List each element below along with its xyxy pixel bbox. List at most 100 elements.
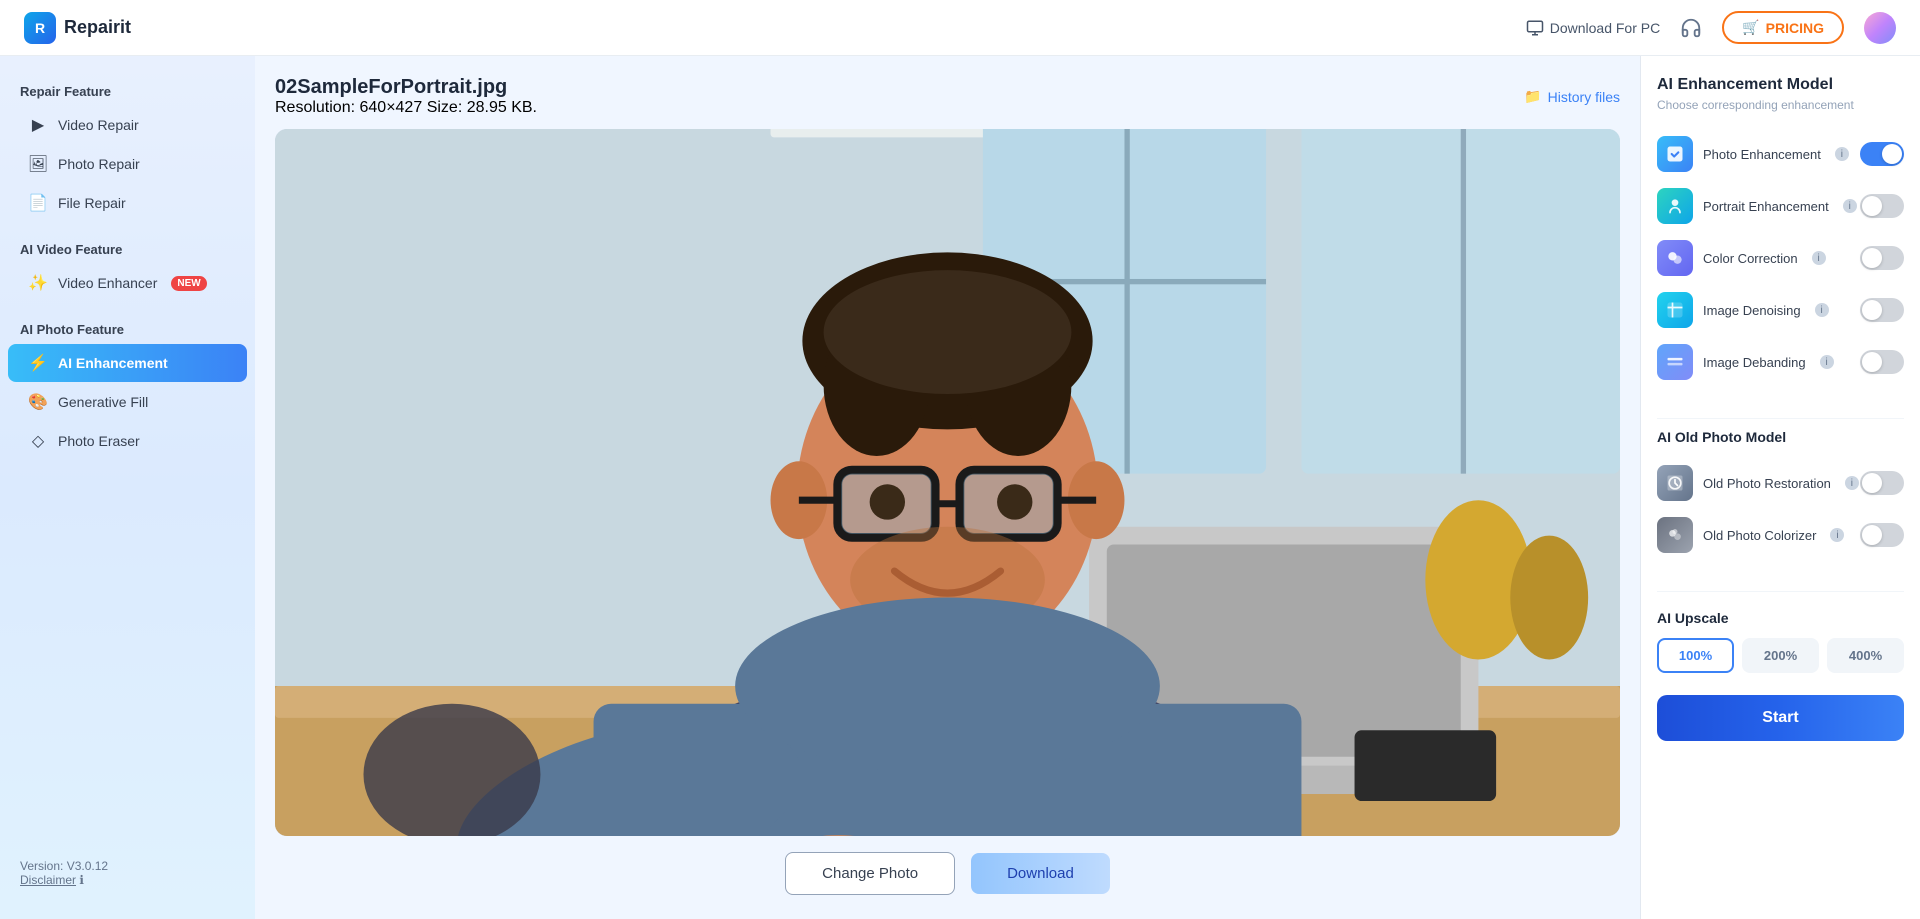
generative-fill-icon: 🎨 bbox=[28, 392, 48, 412]
photo-repair-icon: 🖼 bbox=[28, 154, 48, 174]
upscale-100-button[interactable]: 100% bbox=[1657, 638, 1734, 673]
version-text: Version: V3.0.12 bbox=[20, 859, 235, 873]
toggle-knob bbox=[1862, 352, 1882, 372]
restore-svg bbox=[1665, 473, 1685, 493]
divider-1 bbox=[1657, 418, 1904, 419]
portrait-enhancement-label: Portrait Enhancement bbox=[1703, 199, 1829, 214]
download-pc-label: Download For PC bbox=[1550, 20, 1661, 36]
file-header: 02SampleForPortrait.jpg Resolution: 640×… bbox=[275, 76, 1620, 117]
image-preview-area bbox=[275, 129, 1620, 836]
photo-enhancement-toggle[interactable] bbox=[1860, 142, 1904, 166]
panel-subtitle: Choose corresponding enhancement bbox=[1657, 98, 1904, 112]
pricing-label: PRICING bbox=[1766, 20, 1824, 36]
sidebar-item-photo-eraser[interactable]: ◇ Photo Eraser bbox=[8, 422, 247, 460]
sidebar-file-repair-label: File Repair bbox=[58, 195, 126, 211]
toggle-knob bbox=[1882, 144, 1902, 164]
photo-svg bbox=[275, 129, 1620, 836]
image-denoising-label: Image Denoising bbox=[1703, 303, 1801, 318]
image-debanding-info[interactable]: i bbox=[1820, 355, 1834, 369]
image-debanding-toggle[interactable] bbox=[1860, 350, 1904, 374]
change-photo-button[interactable]: Change Photo bbox=[785, 852, 955, 895]
portrait-enhancement-info[interactable]: i bbox=[1843, 199, 1857, 213]
topnav-right: Download For PC 🛒 PRICING bbox=[1526, 11, 1896, 44]
pricing-button[interactable]: 🛒 PRICING bbox=[1722, 11, 1844, 44]
photo-enhancement-icon bbox=[1657, 136, 1693, 172]
sidebar-video-enhancer-label: Video Enhancer bbox=[58, 275, 157, 291]
image-debanding-label: Image Debanding bbox=[1703, 355, 1806, 370]
feature-left-old-photo-restoration: Old Photo Restoration i bbox=[1657, 465, 1859, 501]
app-name: Repairit bbox=[64, 17, 131, 38]
upscale-section: AI Upscale 100% 200% 400% bbox=[1657, 610, 1904, 683]
sidebar: Repair Feature ▶ Video Repair 🖼 Photo Re… bbox=[0, 56, 255, 919]
old-photo-colorizer-info[interactable]: i bbox=[1830, 528, 1844, 542]
old-photo-restoration-info[interactable]: i bbox=[1845, 476, 1859, 490]
monitor-icon bbox=[1526, 19, 1544, 37]
old-photo-section-title: AI Old Photo Model bbox=[1657, 429, 1904, 445]
file-size: Size: 28.95 KB. bbox=[427, 99, 537, 116]
old-photo-colorizer-label: Old Photo Colorizer bbox=[1703, 528, 1816, 543]
history-files-label: History files bbox=[1548, 89, 1620, 105]
download-pc-button[interactable]: Download For PC bbox=[1526, 19, 1661, 37]
image-denoising-toggle[interactable] bbox=[1860, 298, 1904, 322]
ai-enhancement-icon: ⚡ bbox=[28, 353, 48, 373]
photo-enhancement-label: Photo Enhancement bbox=[1703, 147, 1821, 162]
feature-row-image-debanding: Image Debanding i bbox=[1657, 336, 1904, 388]
ai-enhancement-section: Photo Enhancement i Portrait Enhancement… bbox=[1657, 128, 1904, 388]
old-photo-restoration-toggle[interactable] bbox=[1860, 471, 1904, 495]
sidebar-item-video-enhancer[interactable]: ✨ Video Enhancer NEW bbox=[8, 264, 247, 302]
feature-row-portrait-enhancement: Portrait Enhancement i bbox=[1657, 180, 1904, 232]
color-correction-info[interactable]: i bbox=[1812, 251, 1826, 265]
upscale-section-title: AI Upscale bbox=[1657, 610, 1904, 626]
feature-row-old-photo-restoration: Old Photo Restoration i bbox=[1657, 457, 1904, 509]
video-enhancer-icon: ✨ bbox=[28, 273, 48, 293]
new-badge: NEW bbox=[171, 276, 206, 291]
feature-left-image-denoising: Image Denoising i bbox=[1657, 292, 1829, 328]
image-debanding-icon bbox=[1657, 344, 1693, 380]
photo-placeholder bbox=[275, 129, 1620, 836]
denoise-svg bbox=[1665, 300, 1685, 320]
ai-photo-label: AI Photo Feature bbox=[0, 314, 255, 343]
upscale-200-button[interactable]: 200% bbox=[1742, 638, 1819, 673]
disclaimer-link[interactable]: Disclaimer bbox=[20, 873, 76, 887]
toggle-knob bbox=[1862, 196, 1882, 216]
history-files-link[interactable]: 📁 History files bbox=[1524, 88, 1620, 105]
feature-row-color-correction: Color Correction i bbox=[1657, 232, 1904, 284]
color-correction-toggle[interactable] bbox=[1860, 246, 1904, 270]
color-correction-icon bbox=[1657, 240, 1693, 276]
portrait-enhancement-icon bbox=[1657, 188, 1693, 224]
sidebar-item-video-repair[interactable]: ▶ Video Repair bbox=[8, 106, 247, 144]
old-photo-section: AI Old Photo Model Old Photo Restoration… bbox=[1657, 429, 1904, 561]
user-avatar[interactable] bbox=[1864, 12, 1896, 44]
sidebar-content: Repair Feature ▶ Video Repair 🖼 Photo Re… bbox=[0, 76, 255, 461]
file-meta-row: Resolution: 640×427 Size: 28.95 KB. bbox=[275, 99, 537, 117]
sidebar-video-repair-label: Video Repair bbox=[58, 117, 139, 133]
sidebar-photo-repair-label: Photo Repair bbox=[58, 156, 140, 172]
portrait-svg bbox=[1665, 196, 1685, 216]
feature-left-portrait-enhancement: Portrait Enhancement i bbox=[1657, 188, 1857, 224]
feature-row-image-denoising: Image Denoising i bbox=[1657, 284, 1904, 336]
video-repair-icon: ▶ bbox=[28, 115, 48, 135]
sidebar-item-ai-enhancement[interactable]: ⚡ AI Enhancement bbox=[8, 344, 247, 382]
old-photo-colorizer-toggle[interactable] bbox=[1860, 523, 1904, 547]
image-denoising-info[interactable]: i bbox=[1815, 303, 1829, 317]
file-resolution: Resolution: 640×427 bbox=[275, 99, 422, 116]
portrait-enhancement-toggle[interactable] bbox=[1860, 194, 1904, 218]
feature-left-photo-enhancement: Photo Enhancement i bbox=[1657, 136, 1849, 172]
sidebar-item-generative-fill[interactable]: 🎨 Generative Fill bbox=[8, 383, 247, 421]
start-button[interactable]: Start bbox=[1657, 695, 1904, 741]
panel-title: AI Enhancement Model bbox=[1657, 76, 1904, 94]
photo-enhancement-info[interactable]: i bbox=[1835, 147, 1849, 161]
feature-row-old-photo-colorizer: Old Photo Colorizer i bbox=[1657, 509, 1904, 561]
download-button[interactable]: Download bbox=[971, 853, 1110, 894]
bottom-bar: Change Photo Download bbox=[275, 852, 1620, 899]
photo-eraser-icon: ◇ bbox=[28, 431, 48, 451]
feature-left-color-correction: Color Correction i bbox=[1657, 240, 1826, 276]
main-layout: Repair Feature ▶ Video Repair 🖼 Photo Re… bbox=[0, 56, 1920, 919]
sidebar-generative-fill-label: Generative Fill bbox=[58, 394, 148, 410]
headset-icon[interactable] bbox=[1680, 17, 1702, 39]
file-repair-icon: 📄 bbox=[28, 193, 48, 213]
feature-left-old-photo-colorizer: Old Photo Colorizer i bbox=[1657, 517, 1844, 553]
upscale-400-button[interactable]: 400% bbox=[1827, 638, 1904, 673]
sidebar-item-photo-repair[interactable]: 🖼 Photo Repair bbox=[8, 145, 247, 183]
sidebar-item-file-repair[interactable]: 📄 File Repair bbox=[8, 184, 247, 222]
